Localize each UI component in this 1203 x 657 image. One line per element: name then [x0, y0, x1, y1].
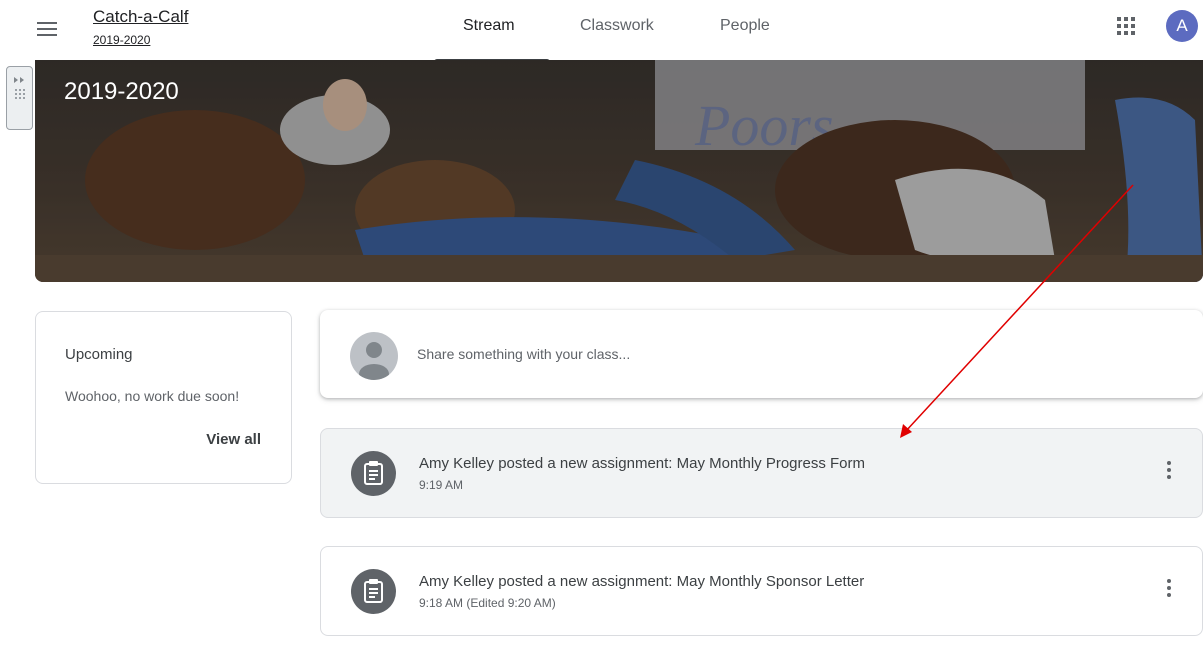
main-menu-icon[interactable] — [36, 18, 60, 42]
share-placeholder: Share something with your class... — [417, 346, 631, 362]
assignment-icon — [351, 451, 396, 496]
stream-post[interactable]: Amy Kelley posted a new assignment: May … — [320, 428, 1203, 518]
banner-photo: Poors — [35, 60, 1203, 282]
upcoming-title: Upcoming — [65, 346, 133, 363]
more-options-icon[interactable] — [1166, 461, 1172, 485]
share-announcement-box[interactable]: Share something with your class... — [320, 310, 1203, 398]
tab-people[interactable]: People — [720, 17, 770, 35]
tab-stream[interactable]: Stream — [463, 17, 515, 35]
class-banner-image: Poors — [35, 60, 1203, 282]
assignment-icon — [351, 569, 396, 614]
account-avatar[interactable]: A — [1166, 10, 1198, 42]
view-all-link[interactable]: View all — [206, 431, 261, 448]
post-title: Amy Kelley posted a new assignment: May … — [419, 573, 865, 590]
tab-classwork[interactable]: Classwork — [580, 17, 654, 35]
post-timestamp: 9:18 AM (Edited 9:20 AM) — [419, 596, 556, 610]
course-title-link[interactable]: Catch-a-Calf — [93, 7, 188, 27]
post-timestamp: 9:19 AM — [419, 478, 464, 492]
stream-post[interactable]: Amy Kelley posted a new assignment: May … — [320, 546, 1203, 636]
banner-class-title: 2019-2020 — [64, 78, 179, 105]
course-section-link[interactable]: 2019-2020 — [93, 33, 150, 47]
more-options-icon[interactable] — [1166, 579, 1172, 603]
user-avatar-placeholder-icon — [350, 332, 398, 380]
upcoming-card: Upcoming Woohoo, no work due soon! View … — [35, 311, 292, 484]
post-title: Amy Kelley posted a new assignment: May … — [419, 455, 866, 472]
upcoming-empty-message: Woohoo, no work due soon! — [65, 388, 240, 404]
google-apps-icon[interactable] — [1117, 17, 1137, 37]
expand-handle-icon — [14, 77, 25, 99]
side-panel-expand-handle[interactable] — [6, 66, 33, 130]
top-app-bar: Catch-a-Calf 2019-2020 Stream Classwork … — [0, 0, 1203, 63]
